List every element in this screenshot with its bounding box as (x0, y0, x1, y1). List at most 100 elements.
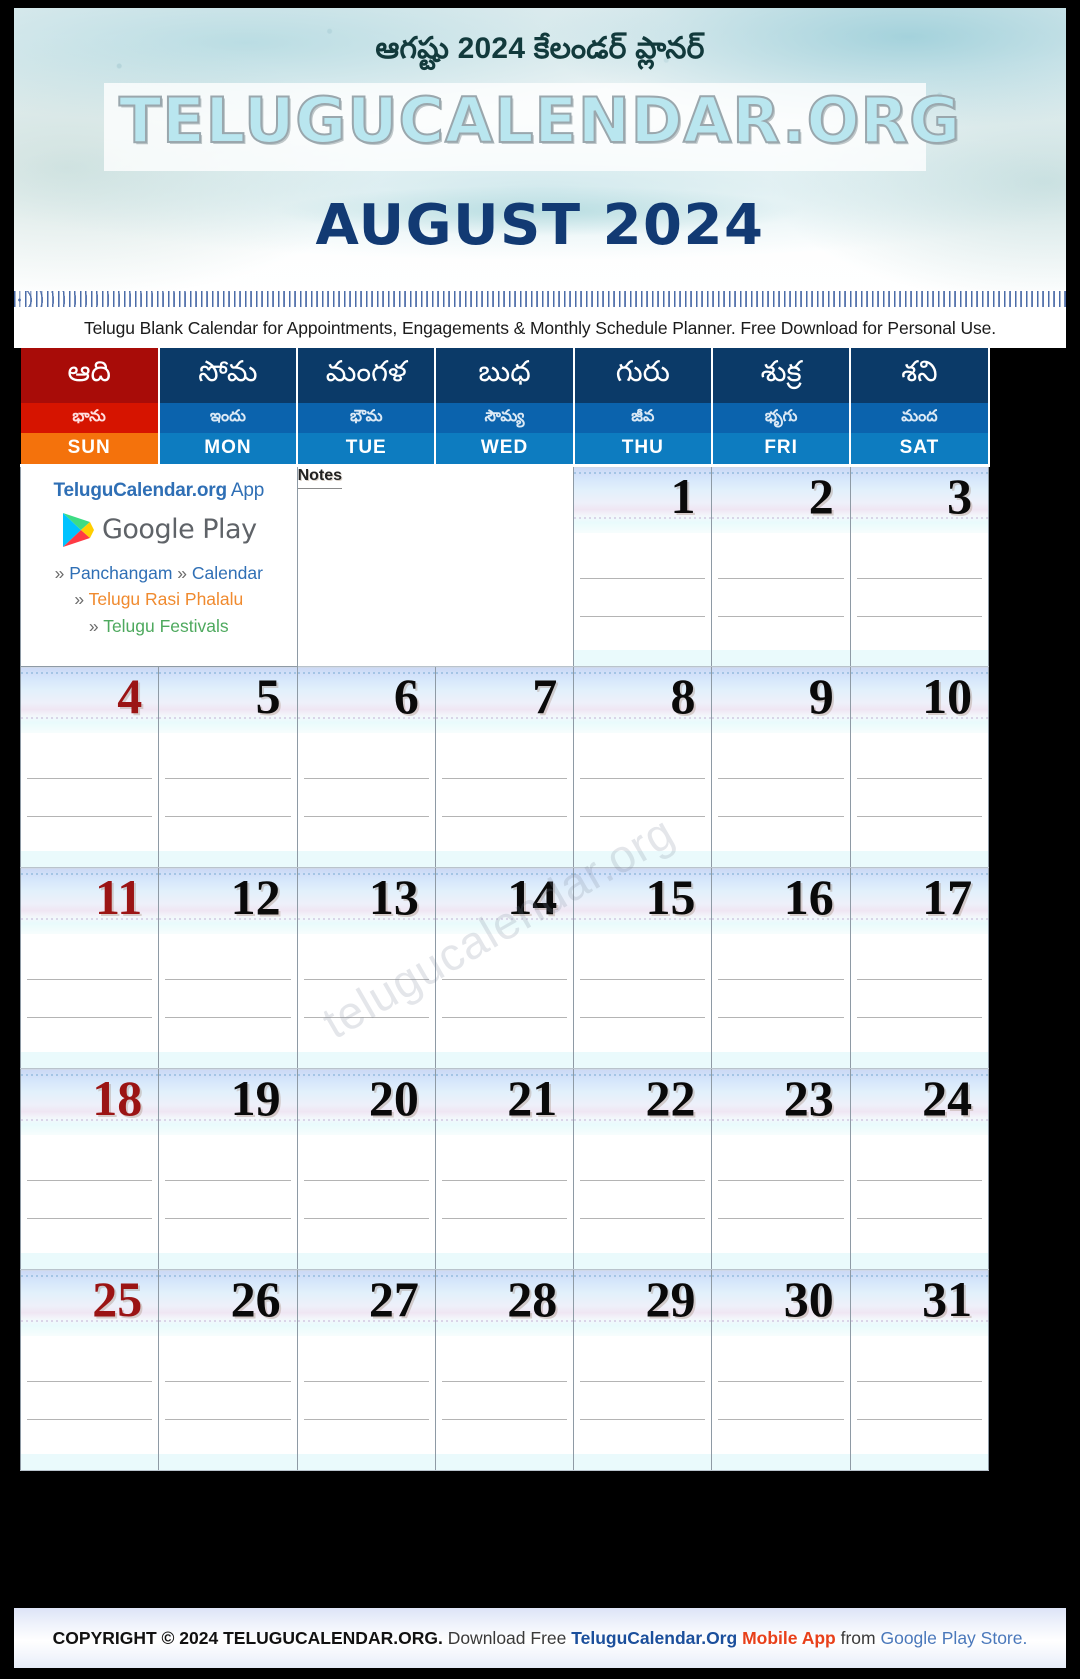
write-lines (27, 942, 153, 1056)
day-cell[interactable]: 27 (297, 1269, 436, 1471)
footer-text: COPYRIGHT © 2024 TELUGUCALENDAR.ORG. Dow… (53, 1628, 1028, 1649)
write-lines (718, 942, 844, 1056)
day-cell[interactable]: 5 (158, 666, 298, 868)
day-cell[interactable]: 30 (711, 1269, 851, 1471)
day-cell[interactable]: 2 (711, 465, 851, 667)
cell-tint (435, 850, 573, 866)
write-lines (165, 942, 291, 1056)
app-title-suffix: App (230, 479, 265, 501)
date-band: 7 (435, 666, 573, 733)
date-band: 24 (850, 1068, 988, 1135)
date-band: 26 (159, 1269, 297, 1336)
date-number: 16 (783, 868, 834, 925)
write-lines (441, 1344, 568, 1458)
weekday-telugu-row: ఆది సోమ మంగళ బుధ గురు శుక్ర శని (20, 348, 990, 403)
link-telugu-festivals[interactable]: Telugu Festivals (103, 616, 228, 636)
day-cell[interactable]: 25 (19, 1269, 160, 1471)
day-cell[interactable]: 28 (435, 1269, 575, 1471)
cell-tint (850, 850, 988, 866)
day-cell[interactable]: 12 (158, 867, 298, 1069)
day-cell[interactable]: 13 (297, 867, 436, 1069)
footer-play-store-link[interactable]: Google Play Store. (880, 1628, 1027, 1648)
day-cell[interactable]: 31 (850, 1269, 990, 1471)
date-band: 2 (712, 466, 850, 533)
weekday-abbr-mon: MON (158, 433, 299, 467)
day-cell[interactable]: 29 (573, 1269, 713, 1471)
day-cell[interactable]: 4 (19, 666, 160, 868)
weekday-telugu-sat: శని (850, 348, 990, 403)
link-panchangam[interactable]: Panchangam (69, 563, 172, 583)
day-cell[interactable]: 16 (711, 867, 851, 1069)
link-rasi-phalalu[interactable]: Telugu Rasi Phalalu (89, 589, 244, 609)
day-cell[interactable]: 8 (573, 666, 713, 868)
date-number: 7 (532, 667, 558, 724)
write-lines (441, 1143, 568, 1257)
app-promo-box: TeluguCalendar.org App Google Play » Pan… (21, 466, 297, 666)
weekday-alt-thu: జీవ (573, 403, 713, 433)
date-number: 4 (117, 667, 143, 724)
write-lines (441, 741, 568, 855)
day-cell[interactable]: 18 (19, 1068, 160, 1270)
day-cell[interactable]: 22 (573, 1068, 713, 1270)
day-cell[interactable]: 19 (158, 1068, 298, 1270)
link-calendar[interactable]: Calendar (192, 563, 263, 583)
day-cell[interactable]: 1 (573, 465, 713, 667)
footer-brand[interactable]: TeluguCalendar.Org (571, 1628, 737, 1648)
day-cell[interactable]: 3 (850, 465, 990, 667)
day-cell[interactable]: 15 (573, 867, 713, 1069)
cell-tint (850, 1453, 988, 1469)
date-number: 3 (947, 467, 973, 524)
write-lines (580, 541, 706, 655)
day-cell[interactable]: 26 (158, 1269, 298, 1471)
write-lines (718, 541, 844, 655)
cell-tint (297, 850, 435, 866)
links-row-2: » Telugu Rasi Phalalu (21, 586, 297, 613)
day-cell[interactable]: 20 (297, 1068, 436, 1270)
cell-tint (712, 1252, 850, 1268)
calendar-page: ఆగష్టు 2024 కేలండర్ ప్లానర్ TELUGUCALEND… (0, 0, 1080, 1679)
date-band: 16 (712, 867, 850, 934)
notes-cell[interactable]: Notes (297, 464, 575, 667)
write-lines (303, 942, 429, 1056)
date-band: 3 (850, 466, 988, 533)
day-cell[interactable]: 9 (711, 666, 851, 868)
write-lines (27, 741, 153, 855)
chevron-icon-3: » (74, 589, 85, 610)
write-lines (27, 1143, 153, 1257)
day-cell[interactable]: 10 (850, 666, 990, 868)
date-band: 21 (435, 1068, 573, 1135)
site-logo: TELUGUCALENDAR.ORG (118, 83, 961, 158)
day-cell[interactable]: 14 (435, 867, 575, 1069)
subtitle-bar: Telugu Blank Calendar for Appointments, … (14, 308, 1066, 348)
date-band: 29 (574, 1269, 711, 1336)
cell-tint (21, 1453, 158, 1469)
chevron-icon-2: » (177, 562, 188, 583)
write-lines (27, 1344, 153, 1458)
calendar-week-5: 25 26 27 28 29 30 31 (19, 1269, 990, 1471)
weekday-abbr-tue: TUE (297, 433, 437, 467)
calendar-table: ఆది సోమ మంగళ బుధ గురు శుక్ర శని భాను ఇంద… (19, 348, 990, 1471)
write-lines (441, 942, 568, 1056)
calendar-week-1: TeluguCalendar.org App Google Play » Pan… (20, 464, 990, 667)
weekday-abbr-row: SUN MON TUE WED THU FRI SAT (20, 433, 990, 467)
day-cell[interactable]: 23 (711, 1068, 851, 1270)
chevron-icon-1: » (54, 562, 65, 583)
date-number: 1 (670, 467, 696, 524)
date-band: 17 (850, 867, 988, 934)
day-cell[interactable]: 24 (850, 1068, 990, 1270)
day-cell[interactable]: 6 (297, 666, 436, 868)
weekday-alt-mon: ఇందు (158, 403, 299, 433)
date-number: 29 (645, 1270, 696, 1327)
weekday-abbr-thu: THU (573, 433, 713, 467)
day-cell[interactable]: 11 (19, 867, 160, 1069)
date-number: 19 (230, 1069, 281, 1126)
day-cell[interactable]: 7 (435, 666, 575, 868)
footer-mobile-app[interactable]: Mobile App (742, 1628, 836, 1648)
cell-tint (850, 649, 988, 665)
date-number: 22 (645, 1069, 696, 1126)
write-lines (718, 1143, 844, 1257)
calendar-body: TeluguCalendar.org App Google Play » Pan… (19, 464, 990, 1471)
google-play-badge[interactable]: Google Play (21, 511, 297, 549)
day-cell[interactable]: 21 (435, 1068, 575, 1270)
day-cell[interactable]: 17 (850, 867, 990, 1069)
